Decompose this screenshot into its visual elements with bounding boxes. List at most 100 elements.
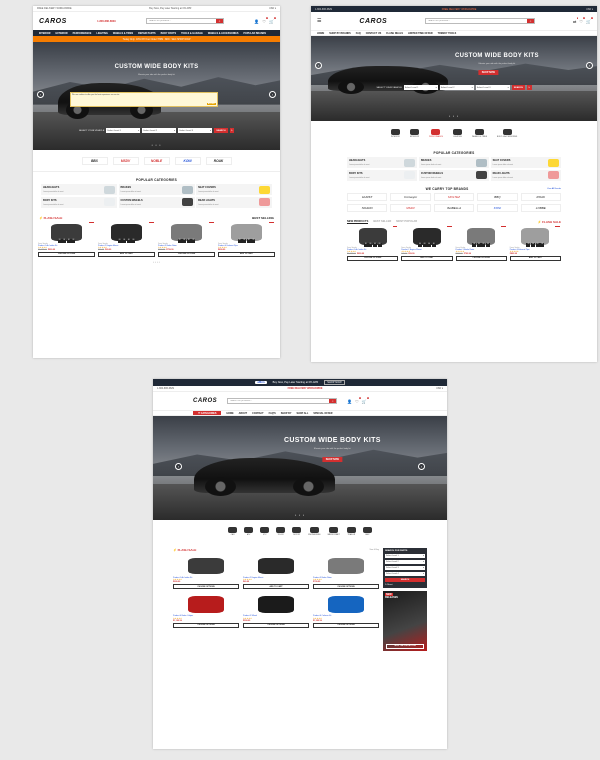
brand-logo[interactable]: MOLTEZ <box>433 192 475 201</box>
product-image[interactable] <box>173 555 239 577</box>
product-image[interactable] <box>313 555 379 577</box>
category-icon-item[interactable]: JEEP <box>362 526 372 536</box>
promo-shop-button[interactable]: SHOP NOW <box>324 380 345 385</box>
category-icon-item[interactable]: ATV <box>244 526 254 536</box>
nav-item[interactable]: HOME <box>226 412 233 415</box>
product-image[interactable] <box>243 593 309 615</box>
search-input[interactable]: Search for products... <box>147 20 216 22</box>
category-icon-item[interactable]: EXTERIOR <box>410 128 419 138</box>
product-image[interactable] <box>313 593 379 615</box>
slider-prev-icon[interactable]: ‹ <box>37 90 44 98</box>
brand-logo[interactable]: Conveyor <box>390 192 431 201</box>
phone-number[interactable]: 1-800-686-6829 <box>97 20 115 23</box>
finder-select-3[interactable]: Select Level 3 ▾ <box>178 128 213 133</box>
reset-icon[interactable]: ↻ <box>229 128 235 133</box>
search-bar[interactable]: Search for products... ⌕ <box>425 18 536 24</box>
slider-dots[interactable]: • • • <box>33 143 280 147</box>
release-button[interactable]: SHOP THE COLLECTION <box>386 643 424 649</box>
nav-item[interactable]: TRENDY TOOLS <box>438 32 457 35</box>
category-card[interactable]: REAR LIGHTS Lorem ipsum dolor sit amet <box>196 196 272 208</box>
user-icon[interactable]: 👤 <box>254 19 259 24</box>
brand-logo[interactable]: ISABELLA <box>433 203 475 212</box>
product-button[interactable]: CHOOSE OPTIONS <box>158 251 215 257</box>
category-icon-item[interactable]: MOTOR <box>292 526 302 536</box>
finder-select-2[interactable]: Select Level 2 ▾ <box>142 128 177 133</box>
nav-item[interactable]: SHOP BY BRANDS <box>329 32 351 35</box>
brand-logo[interactable]: HURST <box>347 192 388 201</box>
brand-logo[interactable]: NOBLE <box>143 156 170 165</box>
category-card[interactable]: SEAT COVERS Lorem ipsum dolor sit amet <box>490 157 561 168</box>
category-icon-item[interactable]: INTERIOR <box>390 128 400 138</box>
new-releases-banner[interactable]: NEW RELEASES SHOP THE COLLECTION <box>383 590 427 651</box>
nav-item[interactable]: SHOP ALL <box>296 412 308 415</box>
product-dots[interactable]: • • • • <box>33 260 280 264</box>
product-card[interactable]: Product 6 Coilover Kit ★★★★★ $1,299.99 CHOO… <box>313 593 379 628</box>
category-icon-item[interactable]: WHEELS & TIRES <box>472 128 487 138</box>
language-select[interactable]: USD ▾ <box>269 7 276 10</box>
product-card[interactable]: -20% 00 00 00 00 Demo Vendor Product 3 Brake R… <box>158 221 215 257</box>
nav-item[interactable]: WHEELS & ACCESSORIES <box>208 32 239 35</box>
brand-logo[interactable]: KONI <box>477 203 518 212</box>
category-card[interactable]: BODY KITS Lorem ipsum dolor sit amet <box>41 196 117 208</box>
cookie-accept-button[interactable]: ACCEPT <box>206 102 217 105</box>
menu-icon[interactable]: ☰ <box>317 18 321 24</box>
nav-item[interactable]: LIMITED TIME OFFER <box>408 32 433 35</box>
category-card[interactable]: CUSTOM WHEELS Lorem ipsum dolor sit amet <box>418 169 490 181</box>
category-icon-item[interactable]: LIGHTING <box>452 128 462 138</box>
reset-icon[interactable]: ↻ <box>527 85 532 90</box>
slider-dots[interactable]: • • • <box>311 114 597 118</box>
product-button[interactable]: CHOOSE OPTIONS <box>38 251 95 257</box>
category-icon-item[interactable]: WATERCRAFT <box>328 526 340 536</box>
nav-item[interactable]: SPECIAL OFFER <box>313 412 332 415</box>
compare-icon[interactable]: ⇄ 0 <box>573 17 579 24</box>
category-card[interactable]: SEAT COVERS Lorem ipsum dolor sit amet <box>196 184 272 195</box>
finder-select-1[interactable]: Select Level 1 ▾ <box>403 85 438 90</box>
brand-logo[interactable]: ROAK <box>520 192 561 201</box>
best-selling-tab[interactable]: BEST SELLING <box>252 216 274 220</box>
categories-dropdown[interactable]: ☰ CATEGORIES <box>193 411 222 415</box>
nav-item[interactable]: EXTERIOR <box>55 32 67 35</box>
sidebar-search-button[interactable]: SEARCH <box>385 578 425 582</box>
product-card[interactable]: -28% 00 00 00 00 Demo Vendor Product 1 Air Int… <box>347 225 399 261</box>
category-icon-item[interactable]: TRUCK <box>276 526 286 536</box>
brand-logo[interactable]: MSDV <box>112 156 139 165</box>
category-card[interactable]: BRAKES Lorem ipsum dolor sit amet <box>118 184 195 195</box>
product-button[interactable]: CHOOSE OPTIONS <box>347 255 399 261</box>
category-icon-item[interactable]: BODY & ACCESSORIES <box>497 128 517 138</box>
product-card[interactable]: -10% 00 00 00 00 Demo Vendor Product 4 Exhaust… <box>509 225 561 261</box>
product-button[interactable]: CHOOSE OPTIONS <box>455 255 507 261</box>
nav-item[interactable]: TOOLS & GARAGE <box>181 32 203 35</box>
product-button[interactable]: CHOOSE OPTIONS <box>173 622 239 628</box>
nav-item[interactable]: BODY PARTS <box>161 32 176 35</box>
search-icon[interactable]: ⌕ <box>527 19 535 23</box>
product-tab[interactable]: MOST POPULAR <box>396 220 417 223</box>
slider-prev-icon[interactable]: ‹ <box>175 462 182 470</box>
product-card[interactable]: -28% 00 00 00 00 Demo Vendor Product 1 Air Int… <box>38 221 95 257</box>
see-all-link[interactable]: See & Buy <box>370 549 379 551</box>
product-image[interactable] <box>243 555 309 577</box>
product-card[interactable]: -20% 00 00 00 00 Demo Vendor Product 3 Brake R… <box>455 225 507 261</box>
nav-item[interactable]: INTERIOR <box>39 32 50 35</box>
category-icon-item[interactable]: SNOWMOBILE <box>308 526 321 536</box>
hero-shop-button[interactable]: SHOP NOW <box>322 456 342 462</box>
product-button[interactable]: ADD TO CART <box>509 255 561 261</box>
logo[interactable]: CAROS <box>193 398 217 404</box>
brand-logo[interactable]: ROAK <box>205 156 232 165</box>
category-icon-item[interactable]: UTV <box>260 526 270 536</box>
nav-item[interactable]: FAQ <box>356 32 361 35</box>
slider-next-icon[interactable]: › <box>269 90 276 98</box>
nav-item[interactable]: CONTACT <box>252 412 264 415</box>
sidebar-reset-link[interactable]: ↻ Reset <box>385 584 425 586</box>
category-card[interactable]: HEADLIGHTS Lorem ipsum dolor sit amet <box>347 157 418 168</box>
nav-item[interactable]: POPULAR BRANDS <box>243 32 266 35</box>
account-links[interactable]: USD ▾ <box>436 387 443 390</box>
nav-item[interactable]: ABOUT <box>239 412 248 415</box>
product-button[interactable]: CHOOSE OPTIONS <box>243 622 309 628</box>
product-button[interactable]: ADD TO CART <box>243 584 309 590</box>
nav-item[interactable]: CONTACT US <box>366 32 382 35</box>
category-card[interactable]: REAR LIGHTS Lorem ipsum dolor sit amet <box>490 169 561 181</box>
cart-icon[interactable]: 🛒 0 <box>269 17 276 24</box>
sidebar-select-2[interactable]: Select Level 2 ▾ <box>385 560 425 564</box>
view-all-brands-link[interactable]: View All Brands <box>547 188 561 190</box>
category-card[interactable]: CUSTOM WHEELS Lorem ipsum dolor sit amet <box>118 196 195 208</box>
